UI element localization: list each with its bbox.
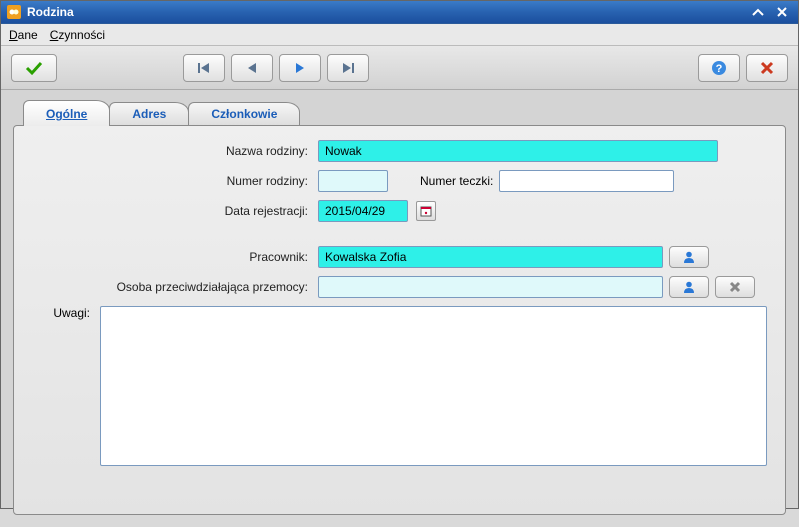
input-pracownik[interactable] bbox=[318, 246, 663, 268]
nav-last-button[interactable] bbox=[327, 54, 369, 82]
tabstrip: Ogólne Adres Członkowie bbox=[23, 100, 786, 126]
label-nazwa-rodziny: Nazwa rodziny: bbox=[32, 144, 312, 158]
minimize-button[interactable] bbox=[748, 4, 768, 20]
label-pracownik: Pracownik: bbox=[32, 250, 312, 264]
tab-ogolne[interactable]: Ogólne bbox=[23, 100, 110, 126]
nav-next-button[interactable] bbox=[279, 54, 321, 82]
tab-adres[interactable]: Adres bbox=[109, 102, 189, 126]
person-icon bbox=[682, 250, 696, 264]
window-title: Rodzina bbox=[27, 5, 74, 19]
textarea-uwagi[interactable] bbox=[100, 306, 767, 466]
label-data-rejestracji: Data rejestracji: bbox=[32, 204, 312, 218]
content-area: Ogólne Adres Członkowie Nazwa rodziny: N… bbox=[1, 90, 798, 527]
help-button[interactable]: ? bbox=[698, 54, 740, 82]
input-numer-rodziny[interactable] bbox=[318, 170, 388, 192]
clear-osoba-button[interactable] bbox=[715, 276, 755, 298]
window-frame: Rodzina Dane Czynności bbox=[0, 0, 799, 509]
person-icon bbox=[682, 280, 696, 294]
nav-first-button[interactable] bbox=[183, 54, 225, 82]
calendar-icon bbox=[420, 205, 432, 217]
select-osoba-button[interactable] bbox=[669, 276, 709, 298]
titlebar: Rodzina bbox=[1, 1, 798, 24]
close-window-button[interactable] bbox=[772, 4, 792, 20]
nav-prev-button[interactable] bbox=[231, 54, 273, 82]
tab-panel-ogolne: Nazwa rodziny: Numer rodziny: Numer tecz… bbox=[13, 125, 786, 515]
app-icon bbox=[7, 5, 21, 19]
label-uwagi: Uwagi: bbox=[32, 306, 94, 320]
input-numer-teczki[interactable] bbox=[499, 170, 674, 192]
accept-button[interactable] bbox=[11, 54, 57, 82]
close-button[interactable] bbox=[746, 54, 788, 82]
label-osoba-przeciw: Osoba przeciwdziałająca przemocy: bbox=[32, 280, 312, 294]
input-osoba-przeciw[interactable] bbox=[318, 276, 663, 298]
datepicker-button[interactable] bbox=[416, 201, 436, 221]
menu-dane[interactable]: Dane bbox=[9, 28, 38, 42]
select-pracownik-button[interactable] bbox=[669, 246, 709, 268]
menubar: Dane Czynności bbox=[1, 24, 798, 46]
tab-czlonkowie[interactable]: Członkowie bbox=[188, 102, 300, 126]
input-data-rejestracji[interactable] bbox=[318, 200, 408, 222]
label-numer-rodziny: Numer rodziny: bbox=[32, 174, 312, 188]
svg-text:?: ? bbox=[716, 63, 723, 75]
label-numer-teczki: Numer teczki: bbox=[420, 174, 493, 188]
clear-icon bbox=[729, 281, 741, 293]
menu-czynnosci[interactable]: Czynności bbox=[50, 28, 105, 42]
input-nazwa-rodziny[interactable] bbox=[318, 140, 718, 162]
toolbar: ? bbox=[1, 46, 798, 90]
